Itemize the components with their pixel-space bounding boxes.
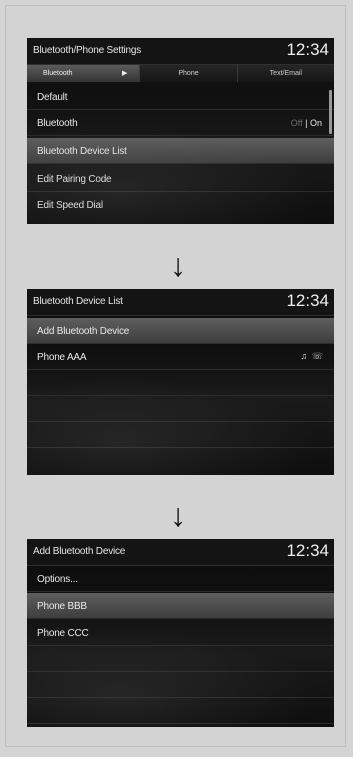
menu-item-label: Default [37,92,68,103]
clock: 12:34 [286,541,329,560]
device-item-phone-bbb[interactable]: Phone BBB [27,593,334,619]
menu-item-options[interactable]: Options... [27,566,334,592]
toggle-separator: | [302,118,310,128]
title-bar: Bluetooth Device List 12:34 [27,289,334,316]
empty-row [27,672,334,698]
menu-item-label: Edit Pairing Code [37,174,112,185]
menu-item-default[interactable]: Default [27,84,334,110]
device-item-phone-ccc[interactable]: Phone CCC [27,620,334,646]
menu-item-label: Phone CCC [37,628,89,639]
tab-phone[interactable]: Phone [140,65,238,82]
menu-item-edit-pairing-code[interactable]: Edit Pairing Code [27,166,334,192]
flow-arrow-down-icon: ↓ [170,247,186,283]
menu-item-bluetooth[interactable]: Bluetooth Off | On [27,110,334,136]
clock: 12:34 [286,291,329,310]
audio-phone-icon: ♫ ☏ [300,351,324,361]
flow-arrow-down-icon: ↓ [170,497,186,533]
device-item-phone-aaa[interactable]: Phone AAA ♫ ☏ [27,344,334,370]
empty-row [27,422,334,448]
empty-row [27,370,334,396]
add-bluetooth-device-screen: Add Bluetooth Device 12:34 Options... Ph… [27,539,334,727]
menu-item-label: Phone AAA [37,352,87,363]
tab-bluetooth[interactable]: Bluetooth ▶ [27,65,141,82]
menu-item-add-bluetooth-device[interactable]: Add Bluetooth Device [27,318,334,344]
menu-item-label: Bluetooth Device List [37,146,127,157]
tab-label: Bluetooth [43,70,73,77]
title-bar: Bluetooth/Phone Settings 12:34 [27,38,334,65]
menu-item-label: Edit Speed Dial [37,200,103,211]
toggle-on-label: On [309,118,322,128]
empty-row [27,646,334,672]
screen-title: Bluetooth Device List [33,296,123,307]
scrollbar[interactable] [329,90,332,134]
empty-row [27,396,334,422]
menu-item-edit-speed-dial[interactable]: Edit Speed Dial [27,192,334,218]
title-bar: Add Bluetooth Device 12:34 [27,539,334,566]
menu-item-bluetooth-device-list[interactable]: Bluetooth Device List [27,138,334,164]
screen-title: Add Bluetooth Device [33,546,126,557]
menu-item-label: Phone BBB [37,601,87,612]
menu-item-label: Options... [37,574,78,585]
clock: 12:34 [286,40,329,59]
menu-item-label: Bluetooth [37,118,78,129]
play-arrow-icon: ▶ [121,70,128,77]
tab-text-email[interactable]: Text/Email [237,65,334,82]
menu-item-label: Add Bluetooth Device [37,326,130,337]
tab-bar: Bluetooth ▶ Phone Text/Email [27,65,334,82]
empty-row [27,698,334,724]
screen-title: Bluetooth/Phone Settings [33,45,142,56]
bluetooth-phone-settings-screen: Bluetooth/Phone Settings 12:34 Bluetooth… [27,38,334,224]
bluetooth-toggle[interactable]: Off | On [291,118,322,128]
bluetooth-device-list-screen: Bluetooth Device List 12:34 Add Bluetoot… [27,289,334,475]
toggle-off-label: Off [290,118,303,128]
